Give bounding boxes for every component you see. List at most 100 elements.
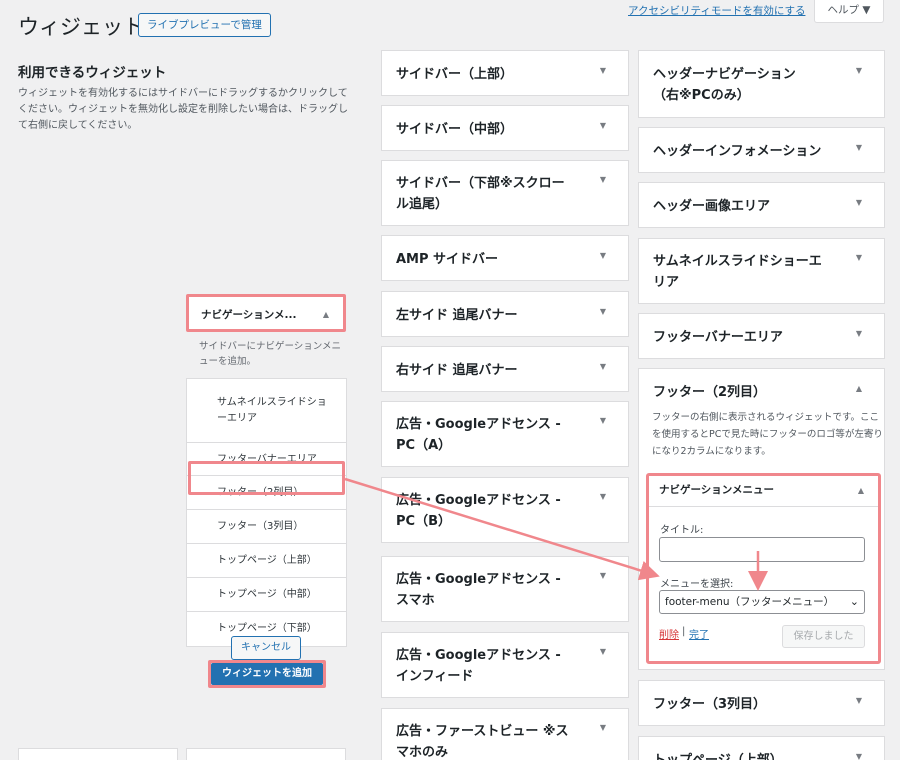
sidebar-box[interactable]: サイドバー（上部） ▼ [381, 50, 629, 96]
sidebar-box[interactable]: サムネイルスライドショーエ リア ▼ [638, 238, 885, 304]
sidebar-box[interactable]: 広告・Googleアドセンス - PC（B） ▼ [381, 477, 629, 543]
sidebar-box-title-line: ヘッダー画像エリア [653, 198, 771, 214]
live-preview-button[interactable]: ライブプレビューで管理 [138, 13, 271, 37]
caret-down-icon[interactable]: ▼ [600, 251, 606, 260]
caret-up-icon[interactable]: ▲ [856, 384, 862, 393]
sidebar-box-title: ヘッダー画像エリア [653, 196, 770, 217]
sidebar-box-title-line: 左サイド 追尾バナー [396, 307, 518, 323]
title-input[interactable] [659, 537, 865, 562]
caret-down-icon[interactable]: ▼ [856, 329, 862, 338]
link-separator: | [682, 626, 686, 637]
caret-down-icon[interactable]: ▼ [600, 492, 606, 501]
sidebar-box-title: サイドバー（上部） [396, 64, 513, 85]
sidebar-box[interactable]: トップページ（上部） ▼ [638, 736, 885, 760]
sidebar-box[interactable]: 右サイド 追尾バナー ▼ [381, 346, 629, 392]
sidebar-box-title-line: 広告・Googleアドセンス - [396, 493, 561, 508]
caret-down-icon[interactable]: ▼ [856, 143, 862, 152]
sidebar-box-title-line: マホのみ [396, 745, 449, 760]
navigation-menu-widget-label: ナビゲーションメ... [201, 309, 297, 321]
caret-down-icon[interactable]: ▼ [600, 647, 606, 656]
available-widgets-description: ウィジェットを有効化するにはサイドバーにドラッグするかクリックしてください。ウィ… [18, 88, 348, 131]
chooser-item[interactable]: フッター（3列目） [187, 510, 346, 544]
sidebar-box-title-line: 右サイド 追尾バナー [396, 362, 518, 378]
caret-down-icon[interactable]: ▼ [600, 175, 606, 184]
chooser-item[interactable]: サムネイルスライドショ ーエリア [187, 379, 346, 443]
sidebar-box-title-line: サイドバー（上部） [396, 66, 514, 82]
caret-down-icon[interactable]: ▼ [600, 416, 606, 425]
sidebar-box-title-line: フッター（2列目） [653, 384, 767, 400]
chooser-item-label: フッター（3列目） [217, 521, 304, 532]
sidebar-box[interactable]: サイドバー（下部※スクロー ル追尾） ▼ [381, 160, 629, 226]
sidebar-box[interactable]: ヘッダーナビゲーション （右※PCのみ） ▼ [638, 50, 885, 118]
caret-up-icon: ▲ [857, 486, 864, 495]
navigation-menu-widget[interactable]: ナビゲーションメ... ▲ [186, 294, 346, 332]
caret-down-icon[interactable]: ▼ [856, 253, 862, 262]
chooser-item-label: サムネイルスライドショ [217, 397, 327, 408]
sidebar-box-title: ヘッダーナビゲーション （右※PCのみ） [653, 64, 796, 106]
sidebar-box-title-line: フッター（3列目） [653, 696, 767, 712]
caret-down-icon[interactable]: ▼ [600, 121, 606, 130]
sidebar-box-title: 広告・Googleアドセンス - PC（B） [396, 490, 561, 532]
add-widget-button[interactable]: ウィジェットを追加 [211, 663, 323, 685]
cancel-button[interactable]: キャンセル [231, 636, 301, 660]
accessibility-mode-link[interactable]: アクセシビリティモードを有効にする [628, 3, 805, 18]
navigation-menu-widget-description: サイドバーにナビゲーションメニューを追加。 [199, 341, 342, 367]
chooser-item-label: トップページ（中部） [217, 589, 317, 600]
menu-select-label: メニューを選択: [660, 579, 734, 590]
sidebar-box[interactable]: サイドバー（中部） ▼ [381, 105, 629, 151]
caret-down-icon[interactable]: ▼ [600, 362, 606, 371]
sidebar-box-title: フッター（3列目） [653, 694, 766, 715]
sidebar-box[interactable]: 広告・Googleアドセンス - スマホ ▼ [381, 556, 629, 622]
caret-down-icon[interactable]: ▼ [600, 571, 606, 580]
sidebar-box-title: サムネイルスライドショーエ リア [653, 251, 822, 293]
sidebar-box-title-line: サイドバー（中部） [396, 121, 514, 137]
sidebar-box-title-line: 広告・Googleアドセンス - [396, 417, 561, 432]
sidebar-box-title-line: 広告・Googleアドセンス - [396, 572, 561, 587]
sidebar-box-title-line: リア [653, 275, 680, 290]
menu-select[interactable]: footer-menu（フッターメニュー） ⌄ [659, 590, 865, 614]
caret-down-icon[interactable]: ▼ [856, 198, 862, 207]
chooser-item[interactable]: トップページ（上部） [187, 544, 346, 578]
chooser-selection-highlight [188, 461, 345, 495]
sidebar-box[interactable]: フッター（3列目） ▼ [638, 680, 885, 726]
sidebar-box[interactable]: 広告・Googleアドセンス - PC（A） ▼ [381, 401, 629, 467]
sidebar-box[interactable]: ヘッダー画像エリア ▼ [638, 182, 885, 228]
caret-down-icon[interactable]: ▼ [856, 696, 862, 705]
caret-up-icon: ▲ [322, 310, 329, 319]
help-tab[interactable]: ヘルプ ▼ [814, 0, 884, 23]
sidebar-box-title: フッター（2列目） [653, 382, 766, 403]
widget-stub [18, 748, 178, 760]
sidebar-box[interactable]: 広告・Googleアドセンス - インフィード ▼ [381, 632, 629, 698]
chooser-item[interactable]: トップページ（中部） [187, 578, 346, 612]
sidebar-box[interactable]: ヘッダーインフォメーション ▼ [638, 127, 885, 173]
sidebar-box-title: フッターバナーエリア [653, 327, 783, 348]
caret-down-icon[interactable]: ▼ [856, 752, 862, 760]
chooser-item-label: トップページ（上部） [217, 555, 317, 566]
sidebar-box-title: ヘッダーインフォメーション [653, 141, 821, 162]
sidebar-box-title: トップページ（上部） [653, 750, 783, 760]
sidebar-box-title: 広告・Googleアドセンス - インフィード [396, 645, 561, 687]
title-label: タイトル: [660, 525, 704, 536]
sidebar-box[interactable]: フッターバナーエリア ▼ [638, 313, 885, 359]
sidebar-box-title-line: ヘッダーインフォメーション [653, 143, 822, 159]
sidebar-box-title: 左サイド 追尾バナー [396, 305, 518, 326]
sidebar-box-title-line: ヘッダーナビゲーション [653, 67, 796, 82]
chooser-item-label: ーエリア [217, 413, 257, 424]
sidebar-box-title: 右サイド 追尾バナー [396, 360, 518, 381]
page-title: ウィジェット [18, 15, 144, 39]
sidebar-box[interactable]: AMP サイドバー ▼ [381, 235, 629, 281]
saved-button: 保存しました [782, 625, 865, 648]
done-link[interactable]: 完了 [689, 626, 709, 641]
caret-down-icon[interactable]: ▼ [600, 307, 606, 316]
sidebar-box[interactable]: 広告・ファーストビュー ※ス マホのみ ▼ [381, 708, 629, 760]
sidebar-box-title-line: フッターバナーエリア [653, 329, 783, 345]
sidebar-box-title: サイドバー（中部） [396, 119, 513, 140]
sidebar-box-title-line: AMP サイドバー [396, 251, 499, 267]
caret-down-icon[interactable]: ▼ [856, 66, 862, 75]
sidebar-box[interactable]: 左サイド 追尾バナー ▼ [381, 291, 629, 337]
caret-down-icon[interactable]: ▼ [600, 723, 606, 732]
delete-link[interactable]: 削除 [659, 626, 679, 641]
footer-2-description: フッターの右側に表示されるウィジェットです。ここを使用するとPCで見た時にフッタ… [652, 412, 883, 457]
navigation-menu-widget-header[interactable]: ナビゲーションメニュー ▲ [649, 476, 878, 507]
caret-down-icon[interactable]: ▼ [600, 66, 606, 75]
